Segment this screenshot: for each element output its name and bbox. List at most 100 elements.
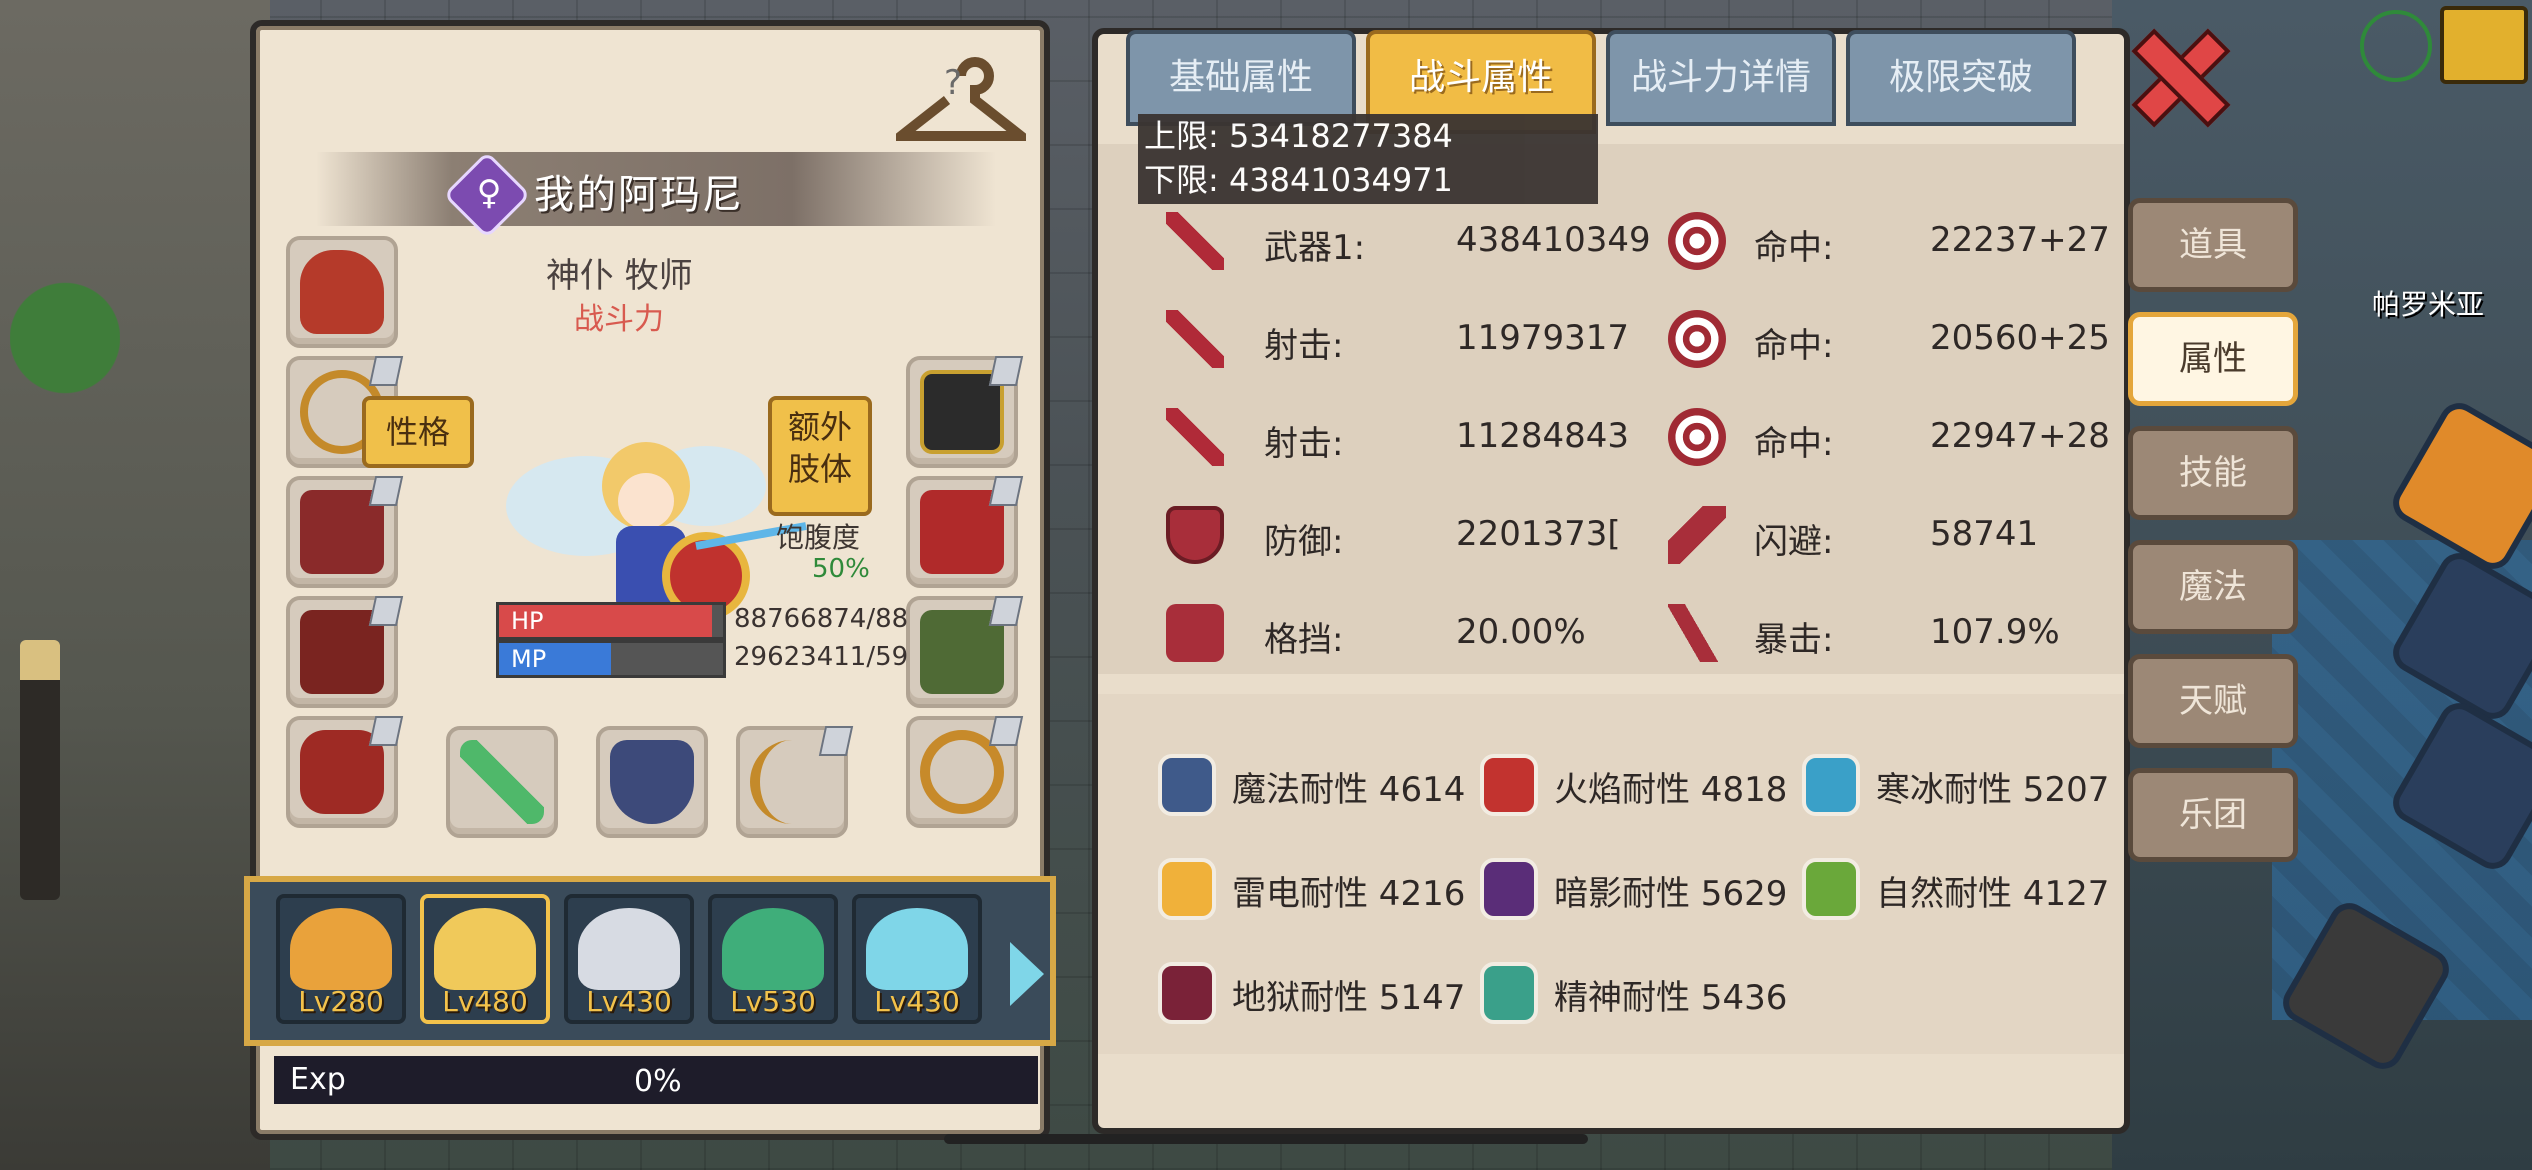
party-member-portrait[interactable]: Lv530 <box>708 894 838 1024</box>
stat-left-label: 格挡: <box>1264 620 1344 660</box>
extra-limb-button[interactable]: 额外 肢体 <box>768 396 872 516</box>
target-icon <box>1668 408 1726 466</box>
dragon-helmet-icon <box>300 250 384 334</box>
upper-limit: 上限: 53418277384 <box>1144 117 1453 155</box>
resistance-section: 魔法耐性 4614 火焰耐性 4818 寒冰耐性 5207 雷电耐性 4216 暗影耐性… <box>1098 694 2124 1054</box>
stat-row: 防御: 2201373[闪避: 58741 <box>1098 498 2124 588</box>
party-member-portrait[interactable]: Lv280 <box>276 894 406 1024</box>
party-member-level: Lv530 <box>730 985 816 1018</box>
lock-pin-icon <box>988 716 1024 746</box>
mp-label: MP <box>511 645 547 673</box>
equip-slot-emblem[interactable] <box>596 726 708 838</box>
resistance-text: 魔法耐性 4614 <box>1232 770 1466 810</box>
equip-slot-boots[interactable] <box>906 596 1024 708</box>
side-menu-item-3[interactable]: 魔法 <box>2128 540 2298 634</box>
close-icon[interactable] <box>2130 24 2220 124</box>
sword-icon <box>1166 408 1224 466</box>
dodge-icon <box>1668 506 1726 564</box>
personality-button[interactable]: 性格 <box>362 396 474 468</box>
target-icon <box>1668 310 1726 368</box>
shadow-resist-icon <box>1480 858 1538 920</box>
stat-row: 武器1: 438410349 命中: 22237+27 <box>1098 204 2124 294</box>
stat-right-value: 22237+27 <box>1930 220 2110 260</box>
equip-slot-armor[interactable] <box>286 476 404 588</box>
equip-slot-helmet[interactable] <box>286 236 398 348</box>
stat-left-value: 2201373[ <box>1456 514 1621 554</box>
hp-value: 88766874/88 <box>734 604 909 634</box>
hunger-label: 饱腹度 <box>776 521 861 554</box>
equip-slot-bow[interactable] <box>736 726 854 838</box>
thunder-resist-icon <box>1158 858 1216 920</box>
stat-row: 格挡: 20.00% 暴击: 107.9% <box>1098 596 2124 686</box>
side-menu-item-1[interactable]: 属性 <box>2128 312 2298 406</box>
equip-slot-cape[interactable] <box>906 476 1024 588</box>
stat-row: 射击: 11979317 命中: 20560+25 <box>1098 302 2124 392</box>
power-limits-tooltip: 上限: 53418277384 下限: 43841034971 <box>1138 114 1598 204</box>
mp-value: 29623411/59 <box>734 642 909 672</box>
wardrobe-hanger-icon[interactable]: ? <box>896 56 1026 156</box>
portrait-face <box>722 908 824 990</box>
equip-slot-ring[interactable] <box>906 716 1024 828</box>
resistance-text: 寒冰耐性 5207 <box>1876 770 2110 810</box>
equip-slot-weapon[interactable] <box>446 726 558 838</box>
stat-left-label: 武器1: <box>1264 228 1366 268</box>
stat-left-label: 防御: <box>1264 522 1344 562</box>
side-menu-item-5[interactable]: 乐团 <box>2128 768 2298 862</box>
exp-label: Exp <box>290 1062 346 1097</box>
mp-bar: MP <box>496 640 726 678</box>
stat-left-value: 20.00% <box>1456 612 1586 652</box>
ice-resist-icon <box>1802 754 1860 816</box>
hunger-value: 50% <box>812 554 870 584</box>
fire-resist-icon <box>1480 754 1538 816</box>
crit-icon <box>1668 604 1726 662</box>
street-lamp <box>20 640 60 900</box>
portrait-face <box>434 908 536 990</box>
map-location-label: 帕罗米亚 <box>2372 288 2485 321</box>
character-name: 我的阿玛尼 <box>534 172 744 218</box>
hp-bar: HP <box>496 602 726 640</box>
stat-left-label: 射击: <box>1264 326 1344 366</box>
next-party-arrow-icon[interactable] <box>1010 942 1044 1006</box>
lock-pin-icon <box>368 596 404 626</box>
portrait-face <box>578 908 680 990</box>
stat-right-label: 命中: <box>1754 326 1834 366</box>
sword-icon <box>1166 212 1224 270</box>
tab-2[interactable]: 战斗力详情 <box>1606 30 1836 126</box>
side-menu-item-2[interactable]: 技能 <box>2128 426 2298 520</box>
lock-pin-icon <box>368 476 404 506</box>
equip-slot-belt[interactable] <box>286 716 404 828</box>
combat-power-label: 战斗力 <box>574 302 664 337</box>
staff-weapon-icon <box>460 740 544 824</box>
home-indicator <box>944 1134 1588 1144</box>
resistance-text: 自然耐性 4127 <box>1876 874 2110 914</box>
sword-icon <box>1166 310 1224 368</box>
stat-right-value: 22947+28 <box>1930 416 2110 456</box>
stat-left-value: 11284843 <box>1456 416 1630 456</box>
side-menu-item-4[interactable]: 天赋 <box>2128 654 2298 748</box>
fullscreen-icon[interactable] <box>2440 6 2528 84</box>
stats-panel: 基础属性 战斗属性 战斗力详情 极限突破 上限: 53418277384 下限: 43… <box>1092 28 2130 1134</box>
globe-icon[interactable] <box>2360 10 2432 82</box>
hell-resist-icon <box>1158 962 1216 1024</box>
resistance-text: 火焰耐性 4818 <box>1554 770 1788 810</box>
lock-pin-icon <box>988 356 1024 386</box>
lock-pin-icon <box>368 356 404 386</box>
stat-right-value: 20560+25 <box>1930 318 2110 358</box>
party-member-portrait[interactable]: Lv480 <box>420 894 550 1024</box>
building-left <box>0 0 270 1170</box>
lock-pin-icon <box>988 596 1024 626</box>
tab-3[interactable]: 极限突破 <box>1846 30 2076 126</box>
resistance-text: 雷电耐性 4216 <box>1232 874 1466 914</box>
exp-value: 0% <box>634 1064 682 1099</box>
stat-left-value: 11979317 <box>1456 318 1630 358</box>
svg-text:?: ? <box>944 63 962 103</box>
equip-slot-shoulder[interactable] <box>906 356 1024 468</box>
side-menu-item-0[interactable]: 道具 <box>2128 198 2298 292</box>
tab-0[interactable]: 基础属性 <box>1126 30 1356 126</box>
party-member-portrait[interactable]: Lv430 <box>564 894 694 1024</box>
stat-right-label: 命中: <box>1754 424 1834 464</box>
party-member-level: Lv480 <box>442 985 528 1018</box>
party-member-portrait[interactable]: Lv430 <box>852 894 982 1024</box>
equip-slot-gloves[interactable] <box>286 596 404 708</box>
stat-right-label: 闪避: <box>1754 522 1834 562</box>
